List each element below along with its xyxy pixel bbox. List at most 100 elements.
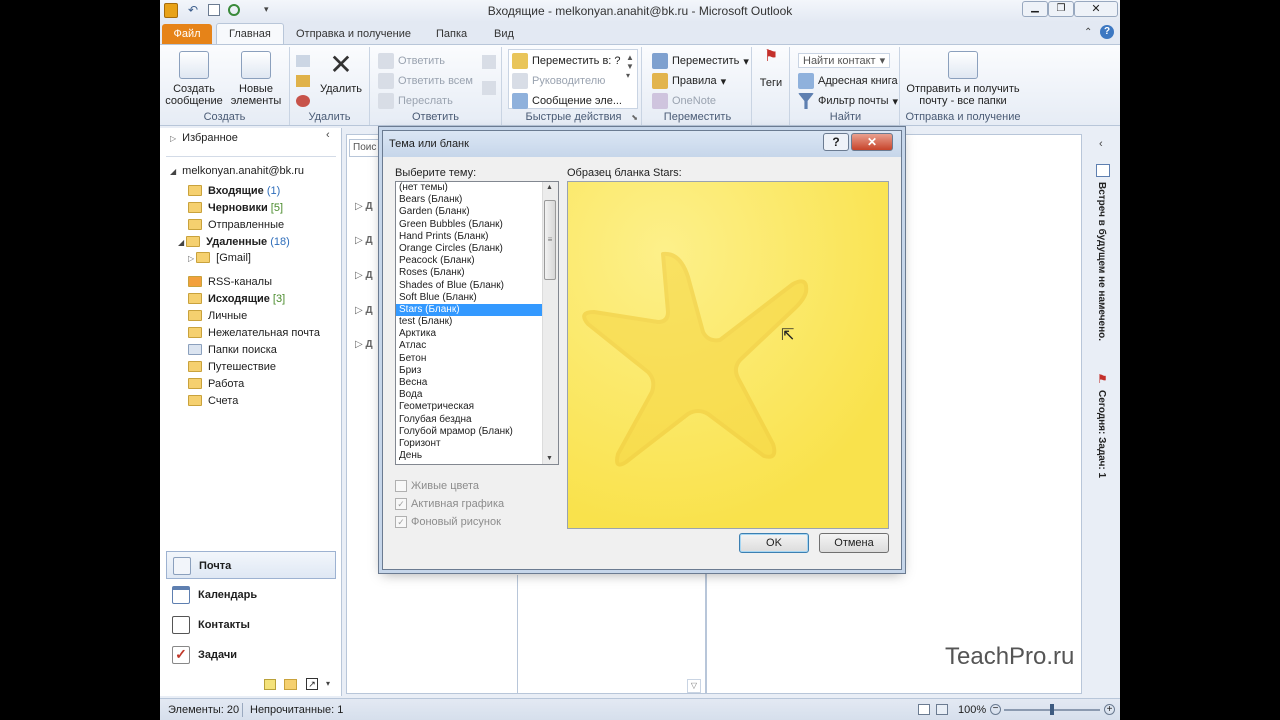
account-header[interactable]: ◢ melkonyan.anahit@bk.ru bbox=[170, 163, 304, 180]
group-expand-icon[interactable]: ▷ Д bbox=[355, 270, 373, 281]
dialog-help-button[interactable]: ? bbox=[823, 133, 849, 151]
folder-junk[interactable]: Нежелательная почта bbox=[188, 325, 320, 342]
scroll-thumb[interactable]: ≡ bbox=[544, 200, 556, 280]
theme-list-item[interactable]: Вода bbox=[396, 389, 542, 401]
folder-drafts[interactable]: Черновики [5] bbox=[188, 200, 283, 217]
quick-steps-dialog-launcher-icon[interactable]: ⬊ bbox=[631, 113, 638, 122]
vivid-colors-checkbox[interactable]: Живые цвета bbox=[395, 480, 479, 492]
theme-list-item[interactable]: Shades of Blue (Бланк) bbox=[396, 280, 542, 292]
filter-email-button[interactable]: Фильтр почты ▾ bbox=[798, 93, 898, 109]
module-contacts[interactable]: Контакты bbox=[166, 611, 336, 639]
tab-view[interactable]: Вид bbox=[482, 24, 526, 44]
favorites-header[interactable]: ▷ Избранное bbox=[170, 130, 238, 147]
folder-rss[interactable]: RSS-каналы bbox=[188, 274, 272, 291]
theme-list-scrollbar[interactable]: ▲ ≡ ▼ bbox=[542, 182, 558, 464]
theme-list-item[interactable]: Бриз bbox=[396, 365, 542, 377]
theme-list-item[interactable]: День bbox=[396, 450, 542, 462]
module-calendar[interactable]: Календарь bbox=[166, 581, 336, 609]
tags-button[interactable]: ⚑ Теги bbox=[754, 49, 788, 90]
cleanup-icon[interactable] bbox=[296, 75, 310, 87]
module-mail[interactable]: Почта bbox=[166, 551, 336, 579]
notes-icon[interactable] bbox=[264, 679, 276, 690]
tab-folder[interactable]: Папка bbox=[424, 24, 479, 44]
configure-buttons-icon[interactable]: ▾ bbox=[326, 679, 330, 688]
theme-list-item[interactable]: Бетон bbox=[396, 353, 542, 365]
tab-home[interactable]: Главная bbox=[216, 23, 284, 44]
delete-button[interactable]: ✕ Удалить bbox=[316, 51, 366, 96]
theme-list-item[interactable]: Голубая бездна bbox=[396, 414, 542, 426]
collapse-nav-icon[interactable]: ‹ bbox=[326, 129, 330, 141]
help-icon[interactable]: ? bbox=[1100, 25, 1114, 39]
zoom-slider-thumb[interactable] bbox=[1050, 704, 1054, 715]
background-image-checkbox[interactable]: ✓ Фоновый рисунок bbox=[395, 516, 501, 528]
folder-search-folders[interactable]: Папки поиска bbox=[188, 342, 277, 359]
onenote-button[interactable]: OneNote bbox=[652, 93, 716, 109]
theme-list-item[interactable]: Hand Prints (Бланк) bbox=[396, 231, 542, 243]
quick-step-team-email[interactable]: Сообщение эле... bbox=[512, 93, 622, 109]
theme-list-item[interactable]: Green Bubbles (Бланк) bbox=[396, 219, 542, 231]
active-graphics-checkbox[interactable]: ✓ Активная графика bbox=[395, 498, 504, 510]
rules-button[interactable]: Правила ▾ bbox=[652, 73, 726, 89]
address-book-button[interactable]: Адресная книга bbox=[798, 73, 898, 89]
theme-list-item[interactable]: Горизонт bbox=[396, 438, 542, 450]
more-respond-icon[interactable] bbox=[482, 81, 496, 95]
theme-list-item[interactable]: Orange Circles (Бланк) bbox=[396, 243, 542, 255]
folder-sent[interactable]: Отправленные bbox=[188, 217, 284, 234]
reply-all-button[interactable]: Ответить всем bbox=[378, 73, 473, 89]
folder-inbox[interactable]: Входящие (1) bbox=[188, 183, 280, 200]
close-window-button[interactable]: ✕ bbox=[1074, 1, 1118, 17]
folder-travel[interactable]: Путешествие bbox=[188, 359, 276, 376]
find-contact-input[interactable]: Найти контакт ▾ bbox=[798, 53, 891, 68]
scroll-down-icon[interactable]: ▽ bbox=[687, 679, 701, 693]
theme-list-item[interactable]: Голубой мрамор (Бланк) bbox=[396, 426, 542, 438]
reading-view-icon[interactable] bbox=[936, 704, 948, 715]
send-receive-all-button[interactable]: Отправить и получить почту - все папки bbox=[902, 51, 1024, 107]
theme-list-item[interactable]: Soft Blue (Бланк) bbox=[396, 292, 542, 304]
minimize-ribbon-icon[interactable]: ⌃ bbox=[1084, 27, 1092, 38]
folder-personal[interactable]: Личные bbox=[188, 308, 247, 325]
forward-button[interactable]: Переслать bbox=[378, 93, 453, 109]
gallery-scroll-icon[interactable]: ▲ ▼ ▾ bbox=[626, 53, 634, 80]
scroll-down-icon[interactable]: ▼ bbox=[546, 455, 553, 462]
theme-list-item[interactable]: Garden (Бланк) bbox=[396, 206, 542, 218]
zoom-out-icon[interactable]: − bbox=[990, 704, 1001, 715]
group-expand-icon[interactable]: ▷ Д bbox=[355, 235, 373, 246]
dialog-close-button[interactable]: ✕ bbox=[851, 133, 893, 151]
quick-step-move-to[interactable]: Переместить в: ? bbox=[512, 53, 621, 69]
theme-list-item[interactable]: Арктика bbox=[396, 328, 542, 340]
theme-list-item[interactable]: (нет темы) bbox=[396, 182, 542, 194]
theme-list-item[interactable]: Атлас bbox=[396, 340, 542, 352]
folder-work[interactable]: Работа bbox=[188, 376, 244, 393]
folder-gmail[interactable]: ▷ [Gmail] bbox=[188, 250, 251, 267]
group-expand-icon[interactable]: ▷ Д bbox=[355, 339, 373, 350]
scroll-up-icon[interactable]: ▲ bbox=[546, 184, 553, 191]
group-expand-icon[interactable]: ▷ Д bbox=[355, 201, 373, 212]
tab-file[interactable]: Файл bbox=[162, 24, 212, 44]
zoom-in-icon[interactable]: + bbox=[1104, 704, 1115, 715]
theme-list-item[interactable]: test (Бланк) bbox=[396, 316, 542, 328]
theme-list-item[interactable]: Peacock (Бланк) bbox=[396, 255, 542, 267]
restore-button[interactable]: ❐ bbox=[1048, 1, 1074, 17]
new-message-button[interactable]: Создать сообщение bbox=[164, 51, 224, 107]
theme-list[interactable]: (нет темы) Bears (Бланк) Garden (Бланк) Gre… bbox=[395, 181, 559, 465]
tab-send-receive[interactable]: Отправка и получение bbox=[284, 24, 423, 44]
reply-button[interactable]: Ответить bbox=[378, 53, 445, 69]
folder-list-icon[interactable] bbox=[284, 679, 297, 690]
new-items-button[interactable]: Новые элементы bbox=[224, 51, 288, 107]
folder-bills[interactable]: Счета bbox=[188, 393, 238, 410]
cancel-button[interactable]: Отмена bbox=[819, 533, 889, 553]
normal-view-icon[interactable] bbox=[918, 704, 930, 715]
move-button[interactable]: Переместить ▾ bbox=[652, 53, 749, 69]
theme-list-item[interactable]: Весна bbox=[396, 377, 542, 389]
folder-outbox[interactable]: Исходящие [3] bbox=[188, 291, 285, 308]
ignore-icon[interactable] bbox=[296, 55, 310, 67]
theme-list-item[interactable]: Stars (Бланк) bbox=[396, 303, 542, 317]
minimize-button[interactable]: ▁ bbox=[1022, 1, 1048, 17]
expand-todo-icon[interactable]: ‹ bbox=[1099, 138, 1103, 150]
junk-icon[interactable] bbox=[296, 95, 310, 107]
shortcuts-icon[interactable]: ↗ bbox=[306, 678, 318, 690]
theme-list-item[interactable]: Геометрическая bbox=[396, 401, 542, 413]
theme-list-item[interactable]: Roses (Бланк) bbox=[396, 267, 542, 279]
folder-deleted[interactable]: ◢ Удаленные (18) bbox=[178, 234, 290, 251]
theme-list-item[interactable]: Bears (Бланк) bbox=[396, 194, 542, 206]
